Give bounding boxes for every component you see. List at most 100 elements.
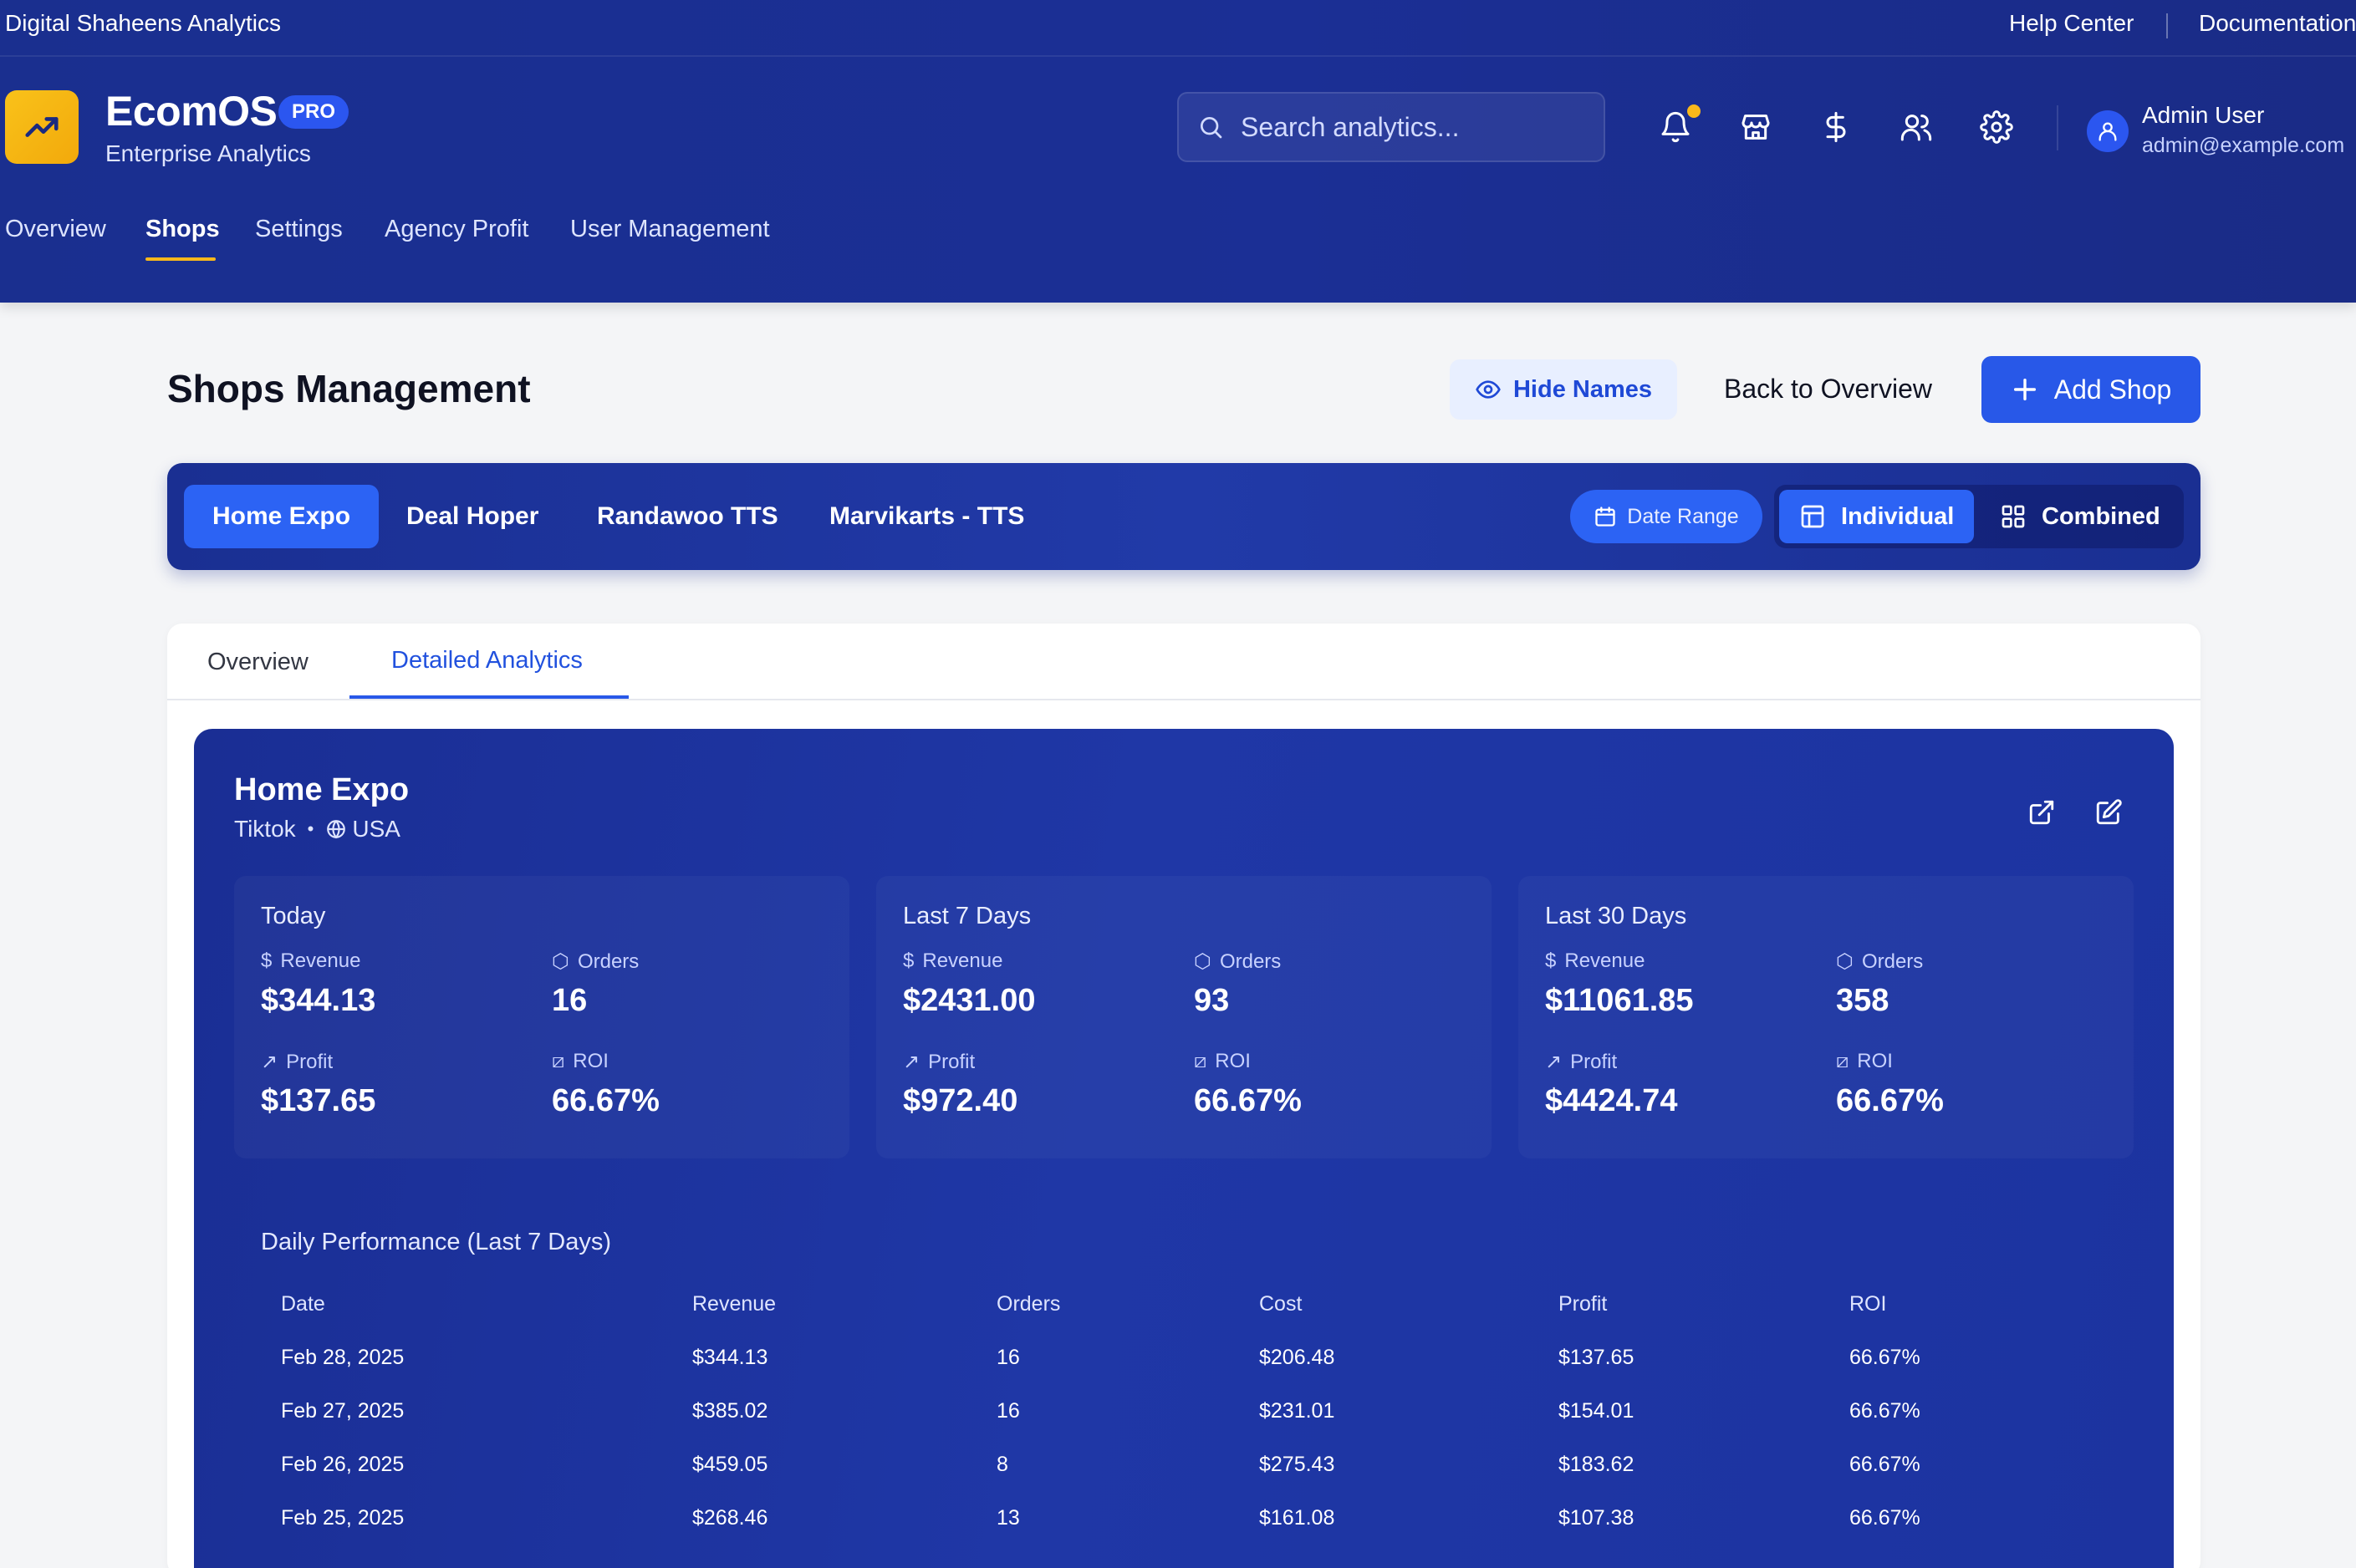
orders-label: ⬡ Orders xyxy=(1836,949,1923,974)
dollar-icon: $ xyxy=(261,949,273,972)
add-shop-label: Add Shop xyxy=(2053,374,2172,405)
table-header-cost: Cost xyxy=(1259,1292,1303,1316)
cell-roi: 66.67% xyxy=(1849,1453,1920,1476)
date-range-label: Date Range xyxy=(1627,504,1739,528)
search-input[interactable] xyxy=(1241,111,1592,143)
revenue-value: $2431.00 xyxy=(903,983,1036,1018)
roi-value: 66.67% xyxy=(1194,1083,1302,1118)
revenue-label-text: Revenue xyxy=(1564,949,1645,972)
header-divider xyxy=(2057,105,2058,150)
shop-region: USA xyxy=(352,816,400,842)
search-box[interactable] xyxy=(1177,92,1605,162)
hide-names-label: Hide Names xyxy=(1512,375,1652,403)
globe-icon xyxy=(327,820,346,839)
subtab-detailed-analytics[interactable]: Detailed Analytics xyxy=(391,647,583,675)
nav-tab-agency-profit[interactable]: Agency Profit xyxy=(385,216,528,243)
revenue-label-text: Revenue xyxy=(280,949,361,972)
orders-label-text: Orders xyxy=(577,949,640,973)
meta-dot: • xyxy=(307,818,314,839)
nav-tab-settings[interactable]: Settings xyxy=(255,216,343,243)
external-link-icon[interactable] xyxy=(2025,796,2058,829)
trending-up-icon xyxy=(25,117,59,137)
cell-roi: 66.67% xyxy=(1849,1399,1920,1423)
combined-view-button[interactable]: Combined xyxy=(2000,490,2160,543)
cell-roi: 66.67% xyxy=(1849,1346,1920,1369)
cell-cost: $275.43 xyxy=(1259,1453,1335,1476)
table-header-roi: ROI xyxy=(1849,1292,1887,1316)
users-icon[interactable] xyxy=(1898,109,1935,145)
user-name[interactable]: Admin User xyxy=(2142,102,2264,129)
user-icon xyxy=(2098,122,2117,141)
nav-tab-overview[interactable]: Overview xyxy=(5,216,106,243)
cell-cost: $206.48 xyxy=(1259,1346,1335,1369)
cell-cost: $231.01 xyxy=(1259,1399,1335,1423)
nav-tab-shops[interactable]: Shops xyxy=(145,216,220,243)
cell-profit: $154.01 xyxy=(1558,1399,1634,1423)
shop-tab-home-expo[interactable]: Home Expo xyxy=(184,485,380,548)
edit-icon[interactable] xyxy=(2092,796,2125,829)
roi-label-text: ROI xyxy=(573,1050,609,1072)
shop-tab-deal-hoper[interactable]: Deal Hoper xyxy=(406,485,538,548)
store-icon[interactable] xyxy=(1737,109,1774,145)
brand-subtitle: Enterprise Analytics xyxy=(105,140,311,166)
period-card-last-30-days: Last 30 Days $ Revenue $11061.85 ⬡ Orders … xyxy=(1518,876,2134,1158)
cell-orders: 8 xyxy=(997,1453,1008,1476)
combined-label: Combined xyxy=(2042,502,2160,530)
roi-label-text: ROI xyxy=(1857,1050,1893,1072)
table-header-revenue: Revenue xyxy=(692,1292,777,1316)
revenue-label-text: Revenue xyxy=(922,949,1003,972)
revenue-value: $344.13 xyxy=(261,983,376,1018)
roi-label: ⧄ ROI xyxy=(1194,1050,1251,1073)
dollar-icon[interactable] xyxy=(1818,109,1854,145)
page-title: Shops Management xyxy=(167,367,531,410)
cell-date: Feb 26, 2025 xyxy=(281,1453,405,1476)
avatar[interactable] xyxy=(2087,110,2129,152)
plus-icon xyxy=(2013,378,2036,401)
profit-label: ↗ Profit xyxy=(261,1050,333,1074)
logo[interactable] xyxy=(5,90,79,164)
cell-revenue: $344.13 xyxy=(692,1346,768,1369)
subtab-overview[interactable]: Overview xyxy=(207,649,309,676)
shop-tab-randawoo-tts[interactable]: Randawoo TTS xyxy=(597,485,778,548)
shop-platform: Tiktok xyxy=(234,816,296,842)
period-title: Last 30 Days xyxy=(1545,903,1687,929)
cell-orders: 16 xyxy=(997,1346,1020,1369)
orders-value: 93 xyxy=(1194,983,1230,1018)
percent-square-icon: ⧄ xyxy=(1194,1050,1207,1072)
shop-selector-bar: Home Expo Deal Hoper Randawoo TTS Marvik… xyxy=(167,463,2200,570)
revenue-label: $ Revenue xyxy=(261,949,360,973)
orders-label-text: Orders xyxy=(1219,949,1282,973)
revenue-value: $11061.85 xyxy=(1545,983,1694,1018)
period-card-today: Today $ Revenue $344.13 ⬡ Orders 16 ↗ Profi… xyxy=(234,876,849,1158)
search-icon xyxy=(1201,117,1222,139)
dollar-icon: $ xyxy=(903,949,915,972)
documentation-link[interactable]: Documentation xyxy=(2199,10,2356,37)
profit-label: ↗ Profit xyxy=(1545,1050,1617,1074)
gear-icon[interactable] xyxy=(1978,109,2015,145)
dollar-icon: $ xyxy=(1545,949,1557,972)
individual-view-button[interactable]: Individual xyxy=(1779,490,1975,543)
cell-profit: $107.38 xyxy=(1558,1506,1634,1530)
cell-revenue: $268.46 xyxy=(692,1506,768,1530)
roi-value: 66.67% xyxy=(1836,1083,1944,1118)
table-header-orders: Orders xyxy=(997,1292,1061,1316)
pro-badge: PRO xyxy=(278,95,349,129)
help-center-link[interactable]: Help Center xyxy=(2009,10,2134,37)
package-icon: ⬡ xyxy=(1194,950,1211,973)
back-to-overview-button[interactable]: Back to Overview xyxy=(1724,374,1932,405)
nav-tab-user-management[interactable]: User Management xyxy=(570,216,770,243)
shop-tab-marvikarts-tts[interactable]: Marvikarts - TTS xyxy=(829,485,1024,548)
individual-label: Individual xyxy=(1841,502,1955,530)
notification-dot xyxy=(1687,104,1701,118)
calendar-icon xyxy=(1595,507,1615,527)
profit-label-text: Profit xyxy=(928,1050,976,1073)
hide-names-button[interactable]: Hide Names xyxy=(1450,359,1677,420)
roi-label: ⧄ ROI xyxy=(552,1050,609,1073)
shop-name: Home Expo xyxy=(234,772,410,807)
date-range-button[interactable]: Date Range xyxy=(1570,490,1762,543)
active-tab-indicator xyxy=(145,257,216,261)
cell-orders: 13 xyxy=(997,1506,1020,1530)
cell-profit: $183.62 xyxy=(1558,1453,1634,1476)
add-shop-button[interactable]: Add Shop xyxy=(1981,356,2200,423)
profit-label-text: Profit xyxy=(1570,1050,1618,1073)
